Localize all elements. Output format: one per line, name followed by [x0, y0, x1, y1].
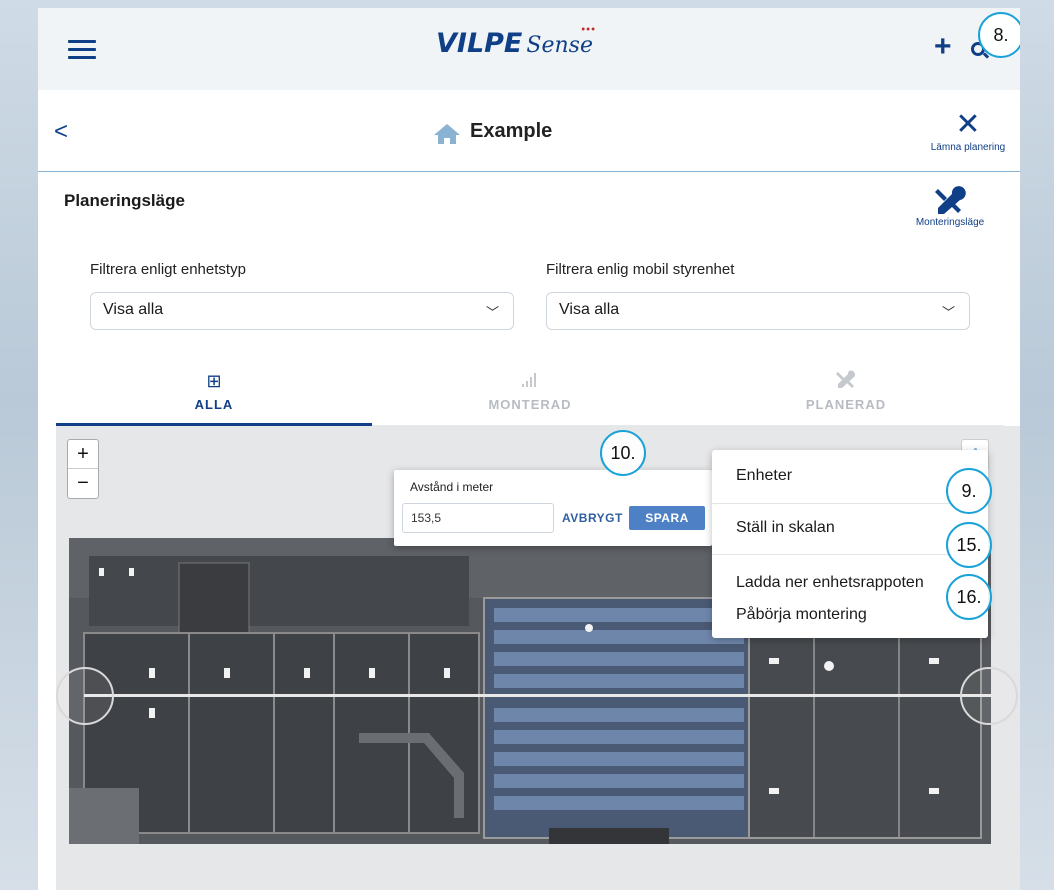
zoom-in-button[interactable]: +: [68, 440, 98, 469]
tools-icon: [935, 186, 966, 214]
scale-handle-left[interactable]: [56, 667, 114, 725]
logo-brand: VILPE: [436, 28, 523, 59]
menu-item-enheter[interactable]: Enheter: [736, 467, 792, 485]
distance-label: Avstånd i meter: [410, 480, 494, 494]
tab-planerad-label: PLANERAD: [805, 397, 887, 412]
filter-controller-label: Filtrera enlig mobil styrenhet: [546, 261, 735, 278]
tab-monterad-label: MONTERAD: [488, 397, 572, 412]
callout-8: 8.: [978, 12, 1020, 58]
callout-16: 16.: [946, 574, 992, 620]
filter-type-value: Visa alla: [103, 301, 164, 318]
menu-item-download-report[interactable]: Ladda ner enhetsrappoten: [736, 574, 924, 592]
top-header: VILPE Sense ••• +: [38, 8, 1020, 90]
tab-planerad[interactable]: PLANERAD: [688, 370, 1004, 426]
tab-alla-label: ALLA: [194, 397, 234, 412]
callout-15: 15.: [946, 522, 992, 568]
mounting-mode-button[interactable]: Monteringsläge: [900, 186, 1000, 228]
mounting-mode-label: Monteringsläge: [915, 217, 985, 228]
zoom-control: + −: [67, 439, 99, 499]
callout-10: 10.: [600, 430, 646, 476]
logo-dots: •••: [580, 25, 596, 36]
menu-icon[interactable]: [68, 40, 96, 62]
menu-item-start-mounting[interactable]: Påbörja montering: [736, 606, 867, 624]
app-container: VILPE Sense ••• + < Example ✕ Lämna plane…: [38, 8, 1020, 890]
logo-product: Sense •••: [526, 25, 596, 58]
menu-divider: [712, 503, 988, 504]
filter-controller-select[interactable]: Visa alla ﹀: [546, 292, 970, 330]
callout-9: 9.: [946, 468, 992, 514]
exit-planning-label: Lämna planering: [930, 142, 1006, 153]
filter-controller-value: Visa alla: [559, 301, 620, 318]
filter-type-select[interactable]: Visa alla ﹀: [90, 292, 514, 330]
vilpe-sense-logo: VILPE Sense •••: [436, 25, 596, 68]
tools-icon: [688, 370, 1004, 394]
save-button[interactable]: SPARA: [629, 506, 705, 530]
exit-planning-button[interactable]: ✕ Lämna planering: [918, 108, 1018, 154]
scale-handle-right[interactable]: [960, 667, 1018, 725]
page-title: Example: [470, 120, 553, 142]
section-title: Planeringsläge: [64, 191, 185, 210]
distance-input[interactable]: [402, 503, 554, 533]
filter-type-label: Filtrera enligt enhetstyp: [90, 261, 246, 278]
menu-item-set-scale[interactable]: Ställ in skalan: [736, 519, 835, 537]
distance-dialog: Avstånd i meter AVBRYGT SPARA: [394, 470, 712, 546]
menu-divider: [712, 554, 988, 555]
add-button[interactable]: +: [934, 32, 952, 62]
tab-monterad[interactable]: MONTERAD: [372, 370, 688, 426]
signal-bars-icon: [372, 370, 688, 394]
zoom-out-button[interactable]: −: [68, 469, 98, 498]
logo-product-text: Sense: [526, 33, 593, 58]
chevron-down-icon: ﹀: [485, 305, 499, 320]
cancel-button[interactable]: AVBRYGT: [562, 511, 623, 525]
close-icon: ✕: [955, 108, 981, 141]
scale-line: [84, 694, 994, 697]
chevron-down-icon: ﹀: [941, 305, 955, 320]
grid-icon: ⊞: [206, 371, 222, 391]
tab-alla[interactable]: ⊞ ALLA: [56, 370, 372, 426]
back-button[interactable]: <: [54, 120, 68, 144]
house-icon: [434, 124, 460, 144]
map-view[interactable]: + − Avstånd i meter 153,5 AVBRYGT SPARA …: [56, 426, 1020, 890]
title-bar: < Example ✕ Lämna planering: [38, 90, 1020, 172]
